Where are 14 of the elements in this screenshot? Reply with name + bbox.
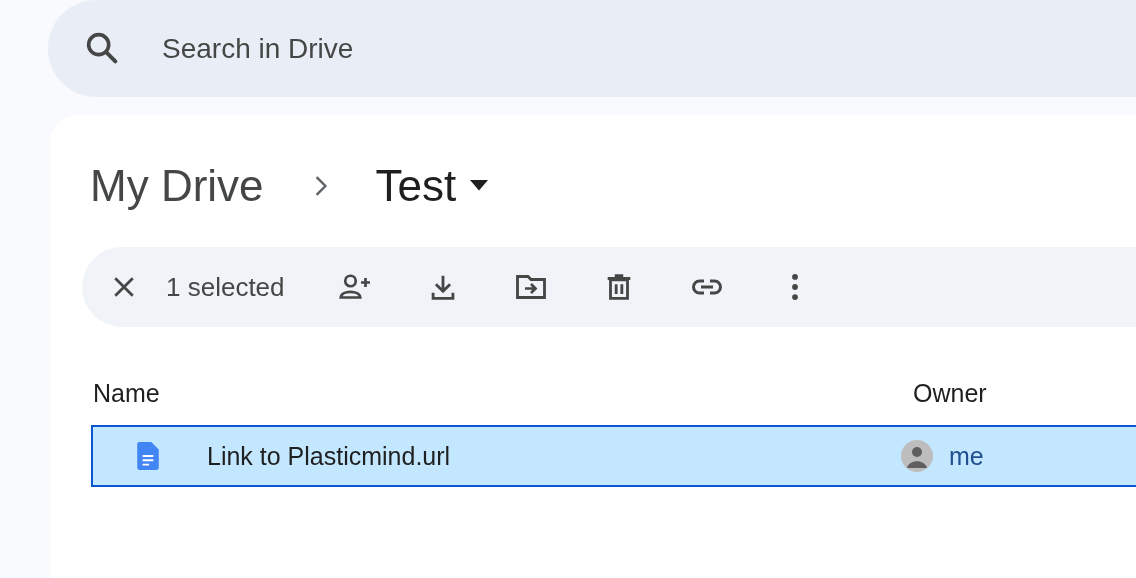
column-header[interactable]: Owner <box>913 378 987 408</box>
breadcrumb-folder[interactable]: Test <box>367 161 497 211</box>
selection-count: 1 selected <box>166 271 285 303</box>
avatar-icon <box>901 440 933 472</box>
file-row[interactable]: Link to Plasticmind.url me <box>91 425 1136 487</box>
file-name: Link to Plasticmind.url <box>207 441 452 471</box>
column-header[interactable]: Name <box>93 378 913 408</box>
caret-icon <box>470 180 489 192</box>
owner-name: me <box>949 441 984 471</box>
search-field[interactable]: Search in Drive <box>132 32 762 65</box>
document-icon <box>137 442 159 470</box>
chevron-right-icon <box>313 175 328 197</box>
more-icon <box>791 274 798 300</box>
breadcrumb-link[interactable]: My Drive <box>82 161 272 211</box>
